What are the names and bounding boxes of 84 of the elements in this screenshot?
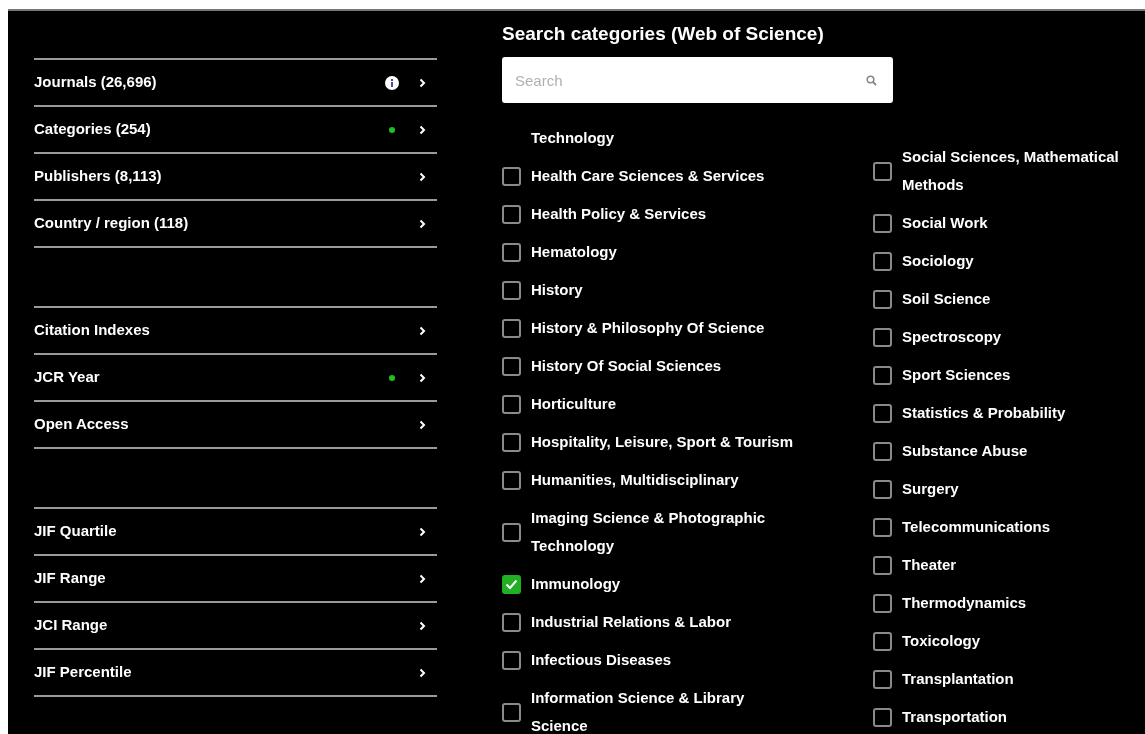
category-label: Social Work	[902, 213, 988, 233]
category-label: Immunology	[531, 574, 621, 594]
chevron-right-icon	[418, 526, 426, 537]
checkbox[interactable]	[502, 394, 521, 414]
category-label: Health Policy & Services	[531, 204, 707, 224]
sidebar-item[interactable]: Country / region (118)	[34, 201, 437, 248]
category-label: Social Sciences, Mathematical Methods	[902, 147, 1120, 195]
checkbox[interactable]	[873, 213, 892, 233]
category-label: Imaging Science & Photographic Technology	[531, 508, 767, 556]
search-field[interactable]: Search	[502, 57, 893, 103]
category-label: Hospitality, Leisure, Sport & Tourism	[531, 432, 793, 452]
category-label: Surgery	[902, 479, 959, 499]
checkbox[interactable]	[502, 432, 521, 452]
chevron-right-icon	[418, 620, 426, 631]
checkbox[interactable]	[873, 251, 892, 271]
sidebar-item[interactable]: JIF Range	[34, 556, 437, 603]
category-label: Technology	[531, 129, 615, 146]
checkbox[interactable]	[502, 574, 521, 594]
category-label: Statistics & Probability	[902, 403, 1066, 423]
category-label: Hematology	[531, 242, 617, 262]
category-label: Theater	[902, 555, 957, 575]
category-label: Horticulture	[531, 394, 616, 414]
checkbox[interactable]	[502, 318, 521, 338]
category-label: Substance Abuse	[902, 441, 1028, 461]
checkbox[interactable]	[873, 289, 892, 309]
chevron-right-icon	[418, 218, 426, 229]
category-label: Infectious Diseases	[531, 650, 672, 670]
category-label: Sociology	[902, 251, 974, 271]
category-label: Health Care Sciences & Services	[531, 166, 765, 186]
chevron-right-icon	[418, 573, 426, 584]
category-label: Transplantation	[902, 669, 1014, 689]
category-label: History Of Social Sciences	[531, 356, 722, 376]
search-icon	[866, 75, 877, 86]
checkbox[interactable]	[502, 242, 521, 262]
chevron-right-icon	[418, 325, 426, 336]
category-label: Sport Sciences	[902, 365, 1011, 385]
category-label: Thermodynamics	[902, 593, 1027, 613]
category-label: Transportation	[902, 707, 1007, 727]
checkbox[interactable]	[873, 631, 892, 651]
chevron-right-icon	[418, 667, 426, 678]
checkbox[interactable]	[873, 441, 892, 461]
chevron-right-icon	[418, 171, 426, 182]
checkbox[interactable]	[502, 702, 521, 722]
category-label: Humanities, Multidisciplinary	[531, 470, 739, 490]
checkbox[interactable]	[873, 517, 892, 537]
chevron-right-icon	[418, 124, 426, 135]
checkbox[interactable]	[873, 365, 892, 385]
chevron-right-icon	[418, 77, 426, 88]
category-label: Information Science & Library Science	[531, 688, 746, 734]
checkbox[interactable]	[873, 669, 892, 689]
checkbox[interactable]	[502, 280, 521, 300]
checkbox[interactable]	[502, 166, 521, 186]
checkbox[interactable]	[502, 522, 521, 542]
sidebar-item[interactable]: Categories (254)	[34, 107, 437, 154]
checkbox[interactable]	[502, 650, 521, 670]
chevron-right-icon	[418, 419, 426, 430]
sidebar-item[interactable]: Publishers (8,113)	[34, 154, 437, 201]
sidebar-item[interactable]: Open Access	[34, 402, 437, 449]
sidebar-item[interactable]: JCR Year	[34, 355, 437, 402]
sidebar-item[interactable]: Journals (26,696)	[34, 60, 437, 107]
sidebar-item[interactable]: JIF Percentile	[34, 650, 437, 697]
category-label: Spectroscopy	[902, 327, 1002, 347]
category-label: History & Philosophy Of Science	[531, 318, 765, 338]
category-label: Toxicology	[902, 631, 981, 651]
chevron-right-icon	[418, 372, 426, 383]
checkbox[interactable]	[873, 593, 892, 613]
sidebar-item[interactable]: Citation Indexes	[34, 308, 437, 355]
checkbox[interactable]	[502, 612, 521, 632]
checkbox[interactable]	[873, 479, 892, 499]
category-label: Soil Science	[902, 289, 991, 309]
checkbox[interactable]	[502, 356, 521, 376]
category-label: Telecommunications	[902, 517, 1051, 537]
sidebar-item[interactable]: JIF Quartile	[34, 509, 437, 556]
checkbox[interactable]	[873, 555, 892, 575]
panel-title: Search categories (Web of Science)	[502, 22, 825, 46]
checkbox[interactable]	[873, 707, 892, 727]
checkbox[interactable]	[502, 470, 521, 490]
checkbox[interactable]	[502, 204, 521, 224]
category-label: History	[531, 280, 583, 300]
checkbox[interactable]	[873, 327, 892, 347]
checkbox[interactable]	[873, 403, 892, 423]
sidebar-item[interactable]: JCI Range	[34, 603, 437, 650]
category-label: Industrial Relations & Labor	[531, 612, 732, 632]
checkbox[interactable]	[873, 161, 892, 181]
